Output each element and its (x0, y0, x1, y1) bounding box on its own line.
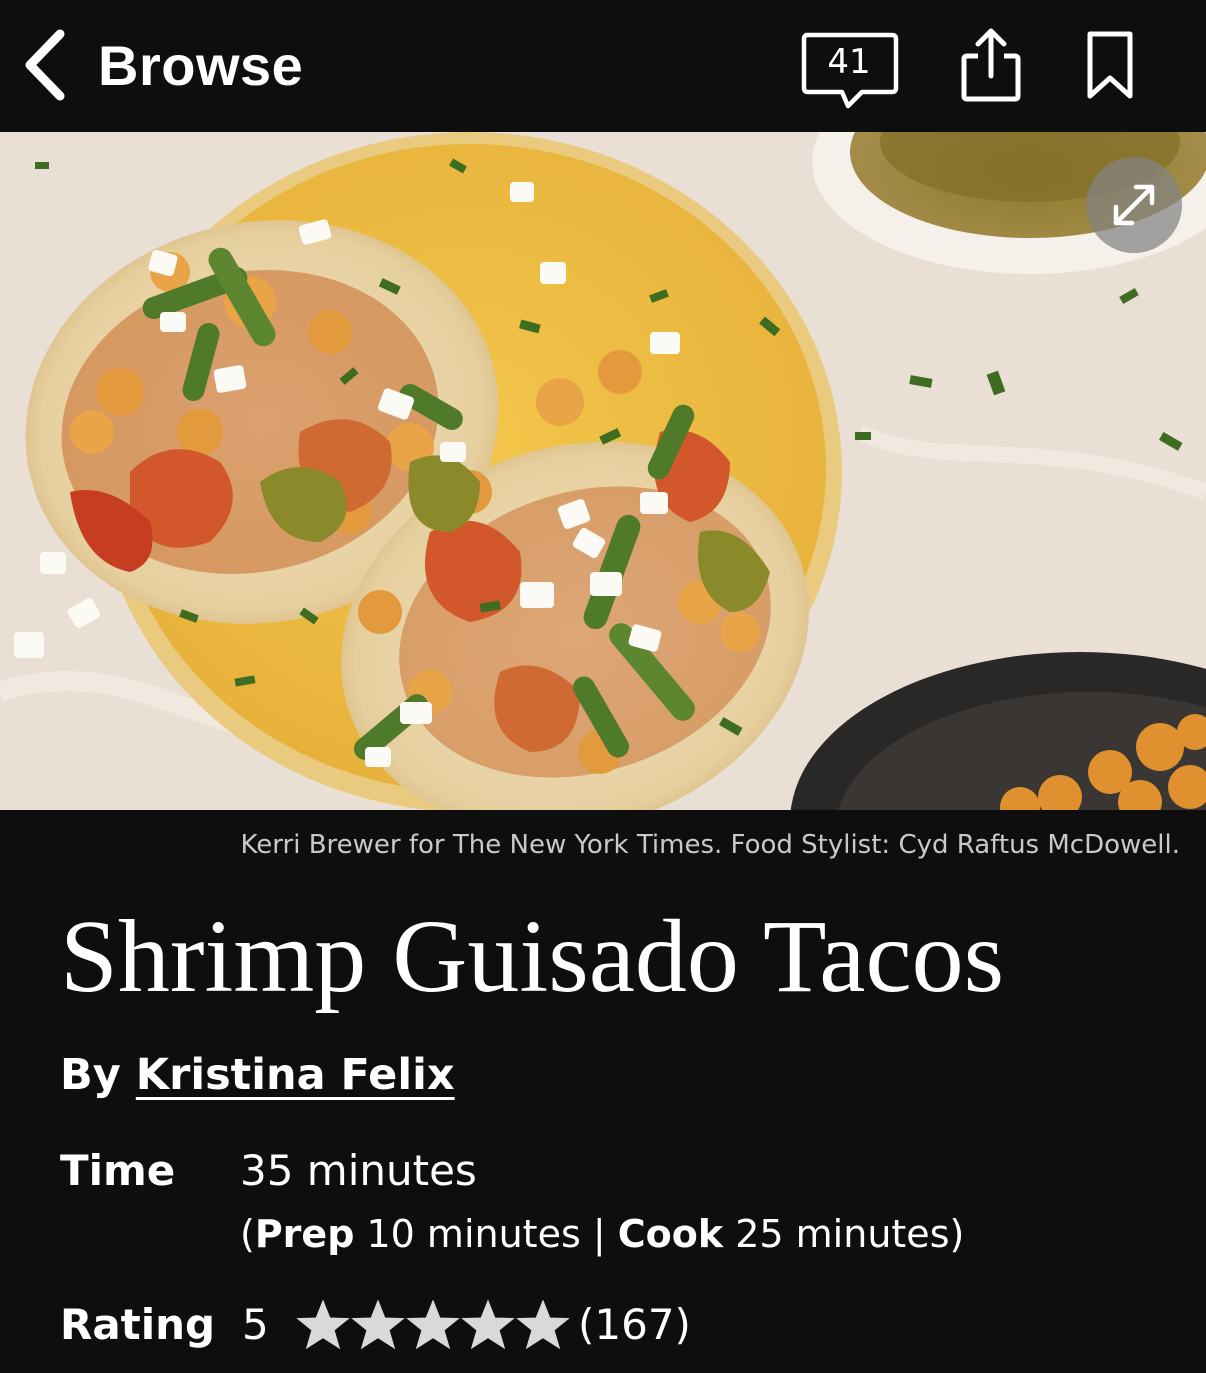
star-icon (516, 1300, 570, 1350)
rating-label: Rating (60, 1300, 216, 1349)
cook-time: 25 minutes (735, 1212, 950, 1256)
cook-label: Cook (617, 1212, 724, 1256)
total-time: 35 minutes (240, 1146, 477, 1195)
star-icon (351, 1300, 405, 1350)
time-separator: | (592, 1212, 606, 1256)
byline: By Kristina Felix (60, 1050, 455, 1100)
bookmark-icon (1084, 31, 1136, 106)
share-button[interactable] (958, 26, 1024, 106)
rating-value: 5 (242, 1300, 269, 1349)
prep-time: 10 minutes (366, 1212, 581, 1256)
top-navigation-bar: Browse 41 (0, 0, 1206, 132)
time-label: Time (60, 1146, 176, 1195)
author-link[interactable]: Kristina Felix (136, 1050, 455, 1100)
recipe-title: Shrimp Guisado Tacos (60, 899, 1005, 1014)
comments-button[interactable]: 41 (800, 30, 900, 110)
tacos-photo (0, 132, 1206, 810)
back-button[interactable]: Browse (22, 28, 303, 102)
prep-label: Prep (254, 1212, 355, 1256)
by-label: By (60, 1050, 121, 1100)
star-icon (461, 1300, 515, 1350)
star-icon (406, 1300, 460, 1350)
chevron-left-icon (22, 28, 66, 102)
rating-stars (296, 1300, 571, 1350)
bookmark-button[interactable] (1084, 30, 1136, 102)
paren-open: ( (240, 1212, 255, 1256)
time-breakdown: (Prep 10 minutes | Cook 25 minutes) (240, 1212, 964, 1256)
paren-close: ) (949, 1212, 965, 1256)
back-label: Browse (98, 33, 304, 97)
photo-credit: Kerri Brewer for The New York Times. Foo… (240, 830, 1180, 860)
comments-count: 41 (827, 42, 871, 82)
star-icon (296, 1300, 350, 1350)
rating-count: (167) (578, 1300, 691, 1349)
share-icon (958, 28, 1024, 110)
recipe-hero-image (0, 132, 1206, 810)
expand-image-button[interactable] (1086, 157, 1182, 253)
